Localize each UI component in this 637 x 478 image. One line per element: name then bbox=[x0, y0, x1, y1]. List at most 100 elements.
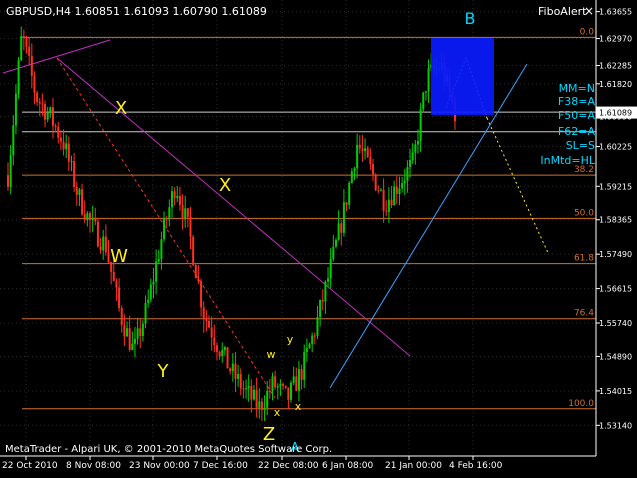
target-zone bbox=[431, 38, 494, 115]
candle-body bbox=[62, 141, 65, 150]
candle-body bbox=[218, 351, 221, 357]
candle-body bbox=[12, 125, 15, 156]
fiboalert-tab[interactable]: FiboAlert × bbox=[538, 4, 594, 18]
price-tick-label: 1.59215 bbox=[599, 182, 632, 191]
candle-body bbox=[157, 258, 160, 262]
candle-body bbox=[414, 144, 417, 153]
candle-body bbox=[210, 327, 213, 338]
target-box bbox=[431, 38, 494, 115]
candle-body bbox=[239, 374, 242, 389]
candle-body bbox=[305, 348, 308, 353]
candle-body bbox=[112, 271, 115, 282]
candle-body bbox=[342, 202, 345, 233]
candle-body bbox=[231, 363, 234, 372]
candle-body bbox=[205, 319, 208, 321]
candle-body bbox=[337, 223, 340, 240]
price-tick-label: 1.61820 bbox=[599, 80, 632, 89]
wave-label: Z bbox=[263, 424, 275, 445]
candle-body bbox=[115, 281, 118, 288]
wave-label: y bbox=[287, 333, 294, 346]
candle-body bbox=[379, 189, 382, 191]
info-line: F38=A bbox=[558, 95, 596, 108]
candle-body bbox=[287, 387, 290, 400]
candle-body bbox=[194, 265, 197, 279]
candle-body bbox=[372, 164, 375, 175]
candle-body bbox=[274, 376, 277, 388]
candle-body bbox=[329, 258, 332, 279]
wave-label: B bbox=[465, 9, 476, 28]
candle-body bbox=[424, 91, 427, 93]
candle-body bbox=[160, 239, 163, 259]
fibonacci-levels: 0.038.250.061.876.4100.0 bbox=[22, 27, 596, 410]
wave-label: X bbox=[219, 175, 231, 196]
price-tick-label: 1.60225 bbox=[599, 143, 632, 152]
time-tick-label: 8 Nov 08:00 bbox=[66, 461, 121, 471]
candle-body bbox=[184, 208, 187, 219]
price-chart[interactable]: 0.038.250.061.876.4100.0 XWYXZwyx xAB 1.6… bbox=[0, 0, 637, 474]
candle-body bbox=[395, 186, 398, 194]
candle-body bbox=[247, 386, 250, 389]
candle-body bbox=[173, 191, 176, 199]
candle-body bbox=[9, 155, 12, 187]
candle-body bbox=[30, 55, 33, 76]
candle-body bbox=[398, 188, 401, 194]
candle-body bbox=[324, 281, 327, 302]
candle-body bbox=[260, 401, 263, 410]
candle-body bbox=[276, 386, 279, 388]
candle-body bbox=[73, 161, 76, 188]
candle-body bbox=[17, 60, 20, 94]
candle-body bbox=[141, 323, 144, 337]
candle-body bbox=[75, 187, 78, 195]
candle-body bbox=[348, 182, 351, 205]
candle-body bbox=[406, 167, 409, 181]
candle-body bbox=[123, 324, 126, 337]
candle-body bbox=[403, 180, 406, 184]
candle-body bbox=[176, 196, 179, 199]
price-tick-label: 1.57490 bbox=[599, 250, 632, 259]
fibo-level-label: 0.0 bbox=[580, 27, 595, 37]
price-tick-label: 1.62970 bbox=[599, 35, 632, 44]
close-icon[interactable]: × bbox=[584, 4, 594, 18]
candle-body bbox=[422, 92, 425, 110]
candle-body bbox=[387, 199, 390, 212]
candle-body bbox=[366, 148, 369, 158]
candle-body bbox=[28, 46, 31, 56]
candle-body bbox=[65, 143, 68, 150]
candle-body bbox=[364, 148, 367, 152]
wave-label: x bbox=[295, 400, 302, 413]
candle-body bbox=[44, 104, 47, 120]
candle-body bbox=[374, 174, 377, 191]
candle-body bbox=[369, 157, 372, 165]
candle-body bbox=[242, 388, 245, 390]
candle-body bbox=[226, 347, 229, 369]
candle-body bbox=[303, 352, 306, 380]
candle-body bbox=[268, 390, 271, 392]
candle-body bbox=[49, 107, 52, 113]
projection-line-down bbox=[486, 117, 549, 254]
candle-body bbox=[297, 369, 300, 391]
wave-label: w bbox=[267, 348, 276, 361]
candle-body bbox=[168, 207, 171, 220]
candle-body bbox=[189, 216, 192, 237]
candle-body bbox=[202, 307, 205, 320]
price-tick-label: 1.53140 bbox=[599, 421, 632, 430]
candle-body bbox=[41, 103, 44, 105]
candle-body bbox=[88, 213, 91, 220]
price-tick-label: 1.63655 bbox=[599, 8, 632, 17]
candle-body bbox=[316, 316, 319, 336]
info-line: F62=A bbox=[558, 125, 596, 138]
candle-body bbox=[313, 335, 316, 337]
candle-body bbox=[290, 382, 293, 400]
time-tick-label: 21 Jan 00:00 bbox=[385, 461, 442, 471]
candle-body bbox=[51, 107, 54, 126]
candle-body bbox=[308, 344, 311, 349]
time-tick-label: 22 Oct 2010 bbox=[2, 461, 58, 471]
candle-body bbox=[131, 343, 134, 350]
chart-area[interactable]: 0.0 38.2 50.0 61.8 76.4 100.0 XWYXZwyxxAB 1.6… bbox=[0, 0, 637, 474]
candle-body bbox=[382, 189, 385, 211]
candle-body bbox=[221, 350, 224, 357]
candle-body bbox=[245, 388, 248, 390]
candle-body bbox=[165, 218, 168, 220]
candle-body bbox=[234, 363, 237, 379]
candle-body bbox=[118, 287, 121, 309]
